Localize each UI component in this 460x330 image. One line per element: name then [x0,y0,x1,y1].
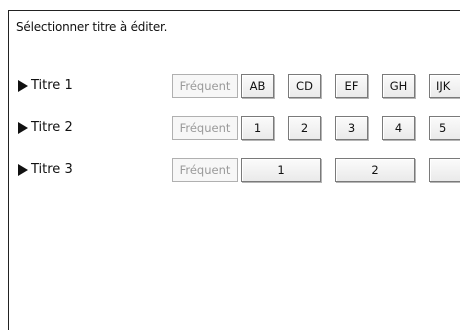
title-2-frequent-button[interactable]: Fréquent [172,116,238,140]
title-2-key-1[interactable]: 1 [241,116,274,140]
title-2-label: Titre 2 [18,120,73,135]
title-2-key-3[interactable]: 3 [335,116,368,140]
title-1-label: Titre 1 [18,78,73,93]
title-selection-panel: Sélectionner titre à éditer. Titre 1 Fré… [8,10,460,330]
triangle-right-icon [18,163,28,176]
title-1-key-gh[interactable]: GH [382,74,415,98]
triangle-right-icon [18,79,28,92]
title-3-label: Titre 3 [18,162,73,177]
title-row-3: Titre 3 Fréquent 1 2 [9,158,460,182]
title-1-key-ijk[interactable]: IJK [429,74,460,98]
title-3-key-3[interactable] [429,158,460,182]
title-2-text: Titre 2 [31,120,73,135]
triangle-right-icon [18,121,28,134]
title-3-key-1[interactable]: 1 [241,158,321,182]
title-2-key-2[interactable]: 2 [288,116,321,140]
title-2-key-5[interactable]: 5 [429,116,460,140]
title-3-text: Titre 3 [31,162,73,177]
title-1-text: Titre 1 [31,78,73,93]
title-1-key-ef[interactable]: EF [335,74,368,98]
title-1-key-cd[interactable]: CD [288,74,321,98]
title-3-key-2[interactable]: 2 [335,158,415,182]
title-2-key-4[interactable]: 4 [382,116,415,140]
title-row-1: Titre 1 Fréquent AB CD EF GH IJK [9,74,460,98]
title-row-2: Titre 2 Fréquent 1 2 3 4 5 [9,116,460,140]
instruction-text: Sélectionner titre à éditer. [16,20,168,34]
title-1-frequent-button[interactable]: Fréquent [172,74,238,98]
title-1-key-ab[interactable]: AB [241,74,274,98]
title-3-frequent-button[interactable]: Fréquent [172,158,238,182]
